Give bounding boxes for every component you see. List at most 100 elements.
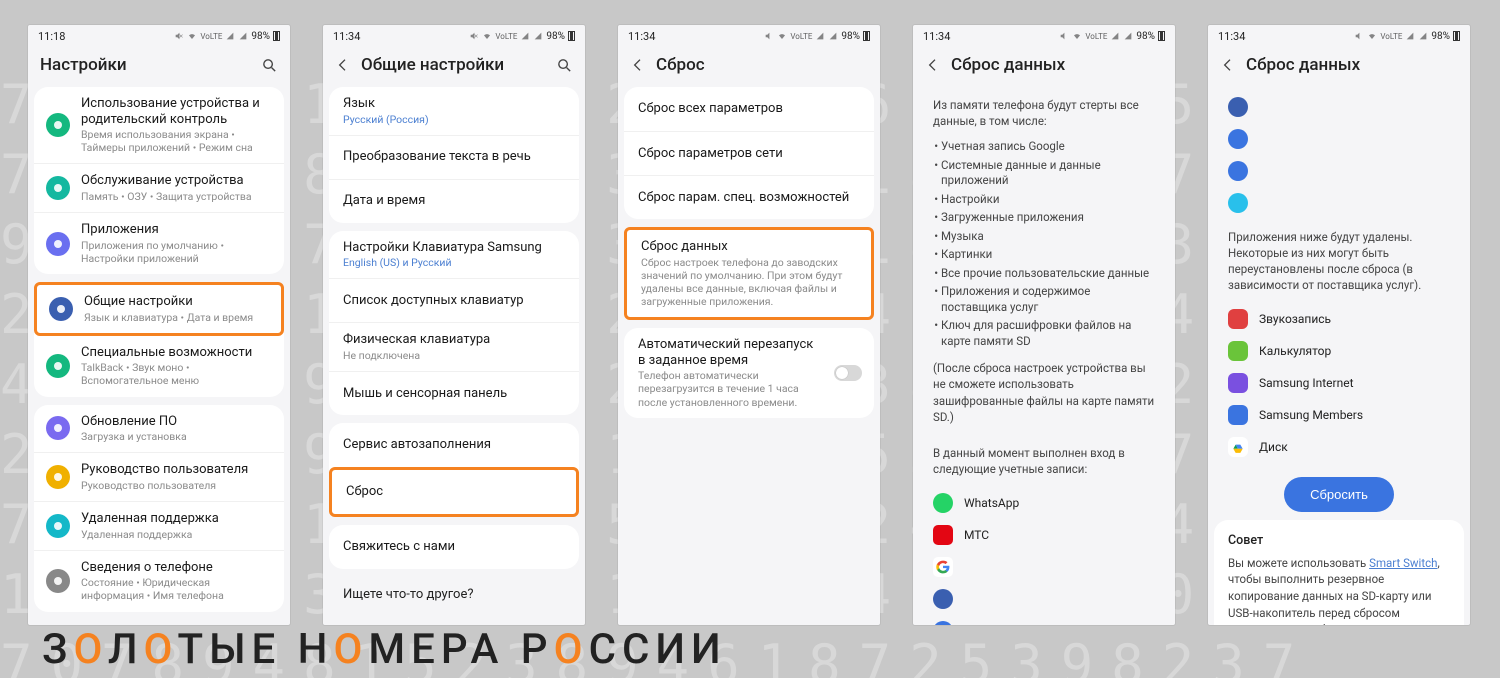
sd-note: (После сброса настроек устройства вы не …	[919, 356, 1169, 434]
reset-button[interactable]: Сбросить	[1284, 477, 1394, 512]
apps-intro: Приложения ниже будут удалены. Некоторые…	[1214, 219, 1464, 303]
statusbar: 11:34 VoLTE 98%	[1208, 25, 1470, 47]
reset-item[interactable]: Сброс параметров сети	[624, 131, 874, 175]
accounts-intro: В данный момент выполнен вход в следующи…	[919, 435, 1169, 487]
mute-icon	[469, 31, 479, 41]
signal-icon	[533, 32, 543, 40]
statusbar: 11:34 VoLTE 98%	[323, 25, 585, 47]
back-icon[interactable]	[1220, 57, 1236, 73]
mute-icon	[1354, 31, 1364, 41]
factory-reset-item[interactable]: Сброс данныхСброс настроек телефона до з…	[627, 230, 871, 317]
wifi-icon	[1367, 32, 1377, 40]
settings-item[interactable]: Сервис автозаполнения	[329, 423, 579, 467]
settings-item-title: Настройки Клавиатура Samsung	[343, 240, 567, 256]
app-label: WhatsApp	[964, 496, 1019, 510]
settings-item-title: Сервис автозаполнения	[343, 437, 567, 453]
settings-item[interactable]: Сброс	[332, 470, 576, 514]
search-icon[interactable]	[261, 57, 278, 74]
erase-list-item: Приложения и содержимое поставщика услуг	[941, 284, 1155, 315]
app-icon	[1228, 309, 1248, 329]
settings-item-sub: Русский (Россия)	[343, 113, 567, 126]
reset-item[interactable]: Сброс парам. спец. возможностей	[624, 175, 874, 219]
reset-item-title: Сброс всех параметров	[638, 101, 862, 117]
settings-item[interactable]: Общие настройкиЯзык и клавиатура • Дата …	[37, 285, 281, 333]
status-battery: 98%	[1431, 31, 1450, 42]
reset-item-sub: Сброс настроек телефона до заводских зна…	[641, 256, 859, 309]
app-label: Калькулятор	[1259, 344, 1331, 358]
signal-icon	[815, 32, 825, 40]
page-title: Сброс	[656, 55, 868, 75]
signal-icon	[828, 32, 838, 40]
app-icon	[933, 621, 953, 625]
settings-item[interactable]: Удаленная поддержкаУдаленная поддержка	[34, 501, 284, 550]
status-battery: 98%	[251, 31, 270, 42]
search-icon[interactable]	[556, 57, 573, 74]
settings-item-icon	[46, 232, 70, 256]
settings-item[interactable]: Мышь и сенсорная панель	[329, 371, 579, 415]
signal-icon	[520, 32, 530, 40]
erase-list-item: Картинки	[941, 247, 1155, 263]
account-item: МТС	[919, 519, 1169, 551]
erase-list-item: Настройки	[941, 192, 1155, 208]
erase-list-item: Все прочие пользовательские данные	[941, 266, 1155, 282]
signal-icon	[238, 32, 248, 40]
app-item: Диск	[1214, 431, 1464, 463]
settings-item-icon	[46, 176, 70, 200]
smart-switch-link[interactable]: Smart Switch	[1369, 556, 1437, 570]
settings-item-sub: Язык и клавиатура • Дата и время	[84, 311, 269, 324]
settings-item-title: Дата и время	[343, 193, 567, 209]
settings-item[interactable]: Список доступных клавиатур	[329, 278, 579, 322]
settings-item[interactable]: Обновление ПОЗагрузка и установка	[34, 405, 284, 453]
settings-item[interactable]: Дата и время	[329, 179, 579, 223]
statusbar: 11:18 VoLTE 98%	[28, 25, 290, 47]
settings-item-icon	[46, 113, 70, 137]
settings-item-title: Список доступных клавиатур	[343, 293, 567, 309]
brand-text: ЗОЛОТЫЕ НОМЕРА РОССИИ	[42, 625, 727, 674]
wifi-icon	[482, 32, 492, 40]
erase-list-item: Учетная запись Google	[941, 139, 1155, 155]
account-item: WhatsApp	[919, 487, 1169, 519]
settings-item[interactable]: Преобразование текста в речь	[329, 135, 579, 179]
app-icon	[1228, 405, 1248, 425]
account-icon	[1228, 193, 1248, 213]
back-icon[interactable]	[335, 57, 351, 73]
settings-item-title: Специальные возможности	[81, 345, 272, 361]
battery-icon	[1453, 31, 1460, 41]
signal-icon	[1418, 32, 1428, 40]
account-item	[919, 583, 1169, 615]
erase-list-item: Загруженные приложения	[941, 210, 1155, 226]
settings-item-title: Свяжитесь с нами	[343, 539, 567, 555]
settings-item[interactable]: ЯзыкРусский (Россия)	[329, 87, 579, 135]
settings-item-title: Преобразование текста в речь	[343, 149, 567, 165]
status-time: 11:34	[333, 30, 360, 43]
settings-item[interactable]: Настройки Клавиатура SamsungEnglish (US)…	[329, 231, 579, 279]
phone-screenshot-2: 11:34 VoLTE 98% Общие настройки ЯзыкРусс…	[323, 25, 585, 625]
app-icon	[933, 589, 953, 609]
settings-item-icon	[46, 354, 70, 378]
app-icon	[1228, 437, 1248, 457]
settings-item[interactable]: Сведения о телефонеСостояние • Юридическ…	[34, 550, 284, 612]
settings-item-icon	[46, 416, 70, 440]
settings-item[interactable]: Физическая клавиатураНе подключена	[329, 322, 579, 371]
app-item: Samsung Members	[1214, 399, 1464, 431]
settings-item[interactable]: Использование устройства и родительский …	[34, 87, 284, 163]
toggle[interactable]	[834, 365, 862, 381]
settings-item[interactable]: Специальные возможностиTalkBack • Звук м…	[34, 336, 284, 397]
settings-item-title: Язык	[343, 96, 567, 112]
reset-item[interactable]: Сброс всех параметров	[624, 87, 874, 131]
back-icon[interactable]	[630, 57, 646, 73]
header: Сброс данных	[1208, 47, 1470, 87]
back-icon[interactable]	[925, 57, 941, 73]
status-battery: 98%	[1136, 31, 1155, 42]
phone-screenshot-3: 11:34 VoLTE 98% Сброс Сброс всех парамет…	[618, 25, 880, 625]
auto-restart-item[interactable]: Автоматический перезапуск в заданное вре…	[624, 328, 874, 418]
settings-item[interactable]: Свяжитесь с нами	[329, 525, 579, 569]
app-icon	[933, 525, 953, 545]
settings-item[interactable]: Обслуживание устройстваПамять • ОЗУ • За…	[34, 163, 284, 212]
settings-item-sub: Не подключена	[343, 349, 567, 362]
settings-item-sub: Руководство пользователя	[81, 479, 272, 492]
footer-question: Ищете что-то другое?	[329, 577, 579, 602]
advice-block: СоветВы можете использовать Smart Switch…	[1214, 520, 1464, 625]
settings-item[interactable]: ПриложенияПриложения по умолчанию • Наст…	[34, 212, 284, 274]
settings-item[interactable]: Руководство пользователяРуководство поль…	[34, 452, 284, 501]
